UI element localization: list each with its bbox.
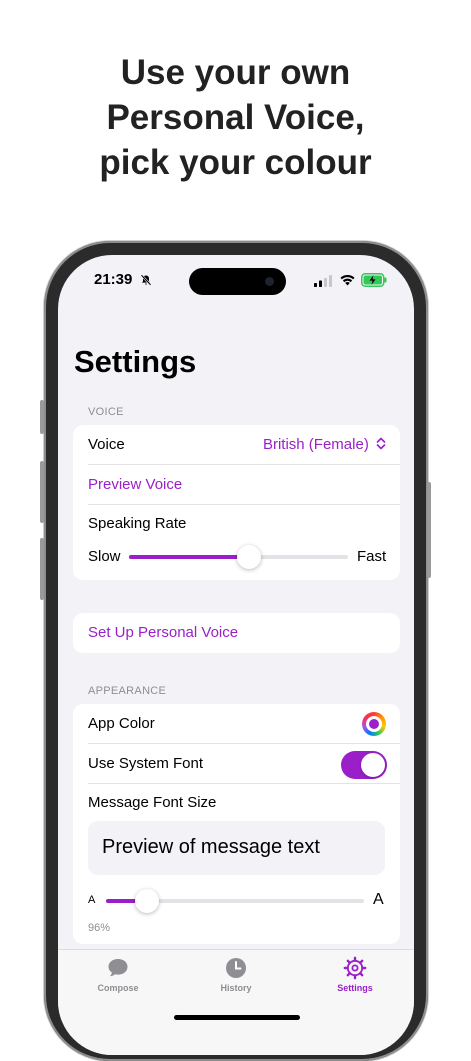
speaking-rate-thumb[interactable] <box>237 545 261 569</box>
set-up-personal-voice-label: Set Up Personal Voice <box>88 624 239 641</box>
section-header-voice: VOICE <box>88 406 124 418</box>
headline-line-2: Personal Voice, <box>106 98 365 137</box>
volume-down-button <box>40 538 44 600</box>
clock-icon <box>226 958 246 978</box>
voice-value[interactable]: British (Female) <box>263 436 386 453</box>
system-font-label: Use System Font <box>88 755 204 772</box>
message-preview-box: Preview of message text <box>88 821 385 875</box>
speaking-rate-label: Speaking Rate <box>88 515 187 532</box>
power-button <box>427 482 431 578</box>
cellular-signal-icon <box>314 275 332 287</box>
phone-screen: 21:39 Settings VOICE Voice British (Fema… <box>58 255 414 1055</box>
tab-settings[interactable]: Settings <box>305 956 405 993</box>
status-time: 21:39 <box>94 271 133 288</box>
preview-voice-button[interactable]: Preview Voice <box>88 465 400 505</box>
color-picker-well[interactable] <box>362 712 386 736</box>
speaking-rate-fill <box>129 555 249 559</box>
font-size-percent: 96% <box>88 922 111 934</box>
voice-value-text: British (Female) <box>262 436 369 453</box>
tab-compose[interactable]: Compose <box>68 956 168 993</box>
font-size-thumb[interactable] <box>135 889 159 913</box>
personal-voice-card: Set Up Personal Voice <box>73 613 400 653</box>
small-font-a: A <box>88 894 96 906</box>
chevron-up-down-icon <box>376 437 386 450</box>
appearance-settings-card: App Color Use System Font Message Font S… <box>73 704 400 944</box>
page-title: Settings <box>74 344 197 379</box>
gear-icon <box>343 956 367 980</box>
font-size-slider[interactable] <box>106 889 364 913</box>
voice-settings-card: Voice British (Female) Preview Voice Spe… <box>73 425 400 580</box>
volume-up-button <box>40 461 44 523</box>
large-font-a: A <box>373 891 384 908</box>
silent-bell-icon <box>140 274 152 286</box>
app-color-label: App Color <box>88 715 155 732</box>
message-bubble-icon <box>108 959 128 977</box>
preview-voice-label: Preview Voice <box>88 476 183 493</box>
slow-label: Slow <box>88 548 121 565</box>
home-indicator <box>174 1015 300 1020</box>
app-color-row[interactable]: App Color <box>88 704 400 744</box>
headline-line-3: pick your colour <box>99 143 372 182</box>
fast-label: Fast <box>357 548 387 565</box>
headline-line-1: Use your own <box>120 53 351 92</box>
font-size-label: Message Font Size <box>88 794 217 811</box>
voice-picker-row[interactable]: Voice British (Female) <box>88 425 400 465</box>
selected-color-swatch <box>369 719 379 729</box>
font-size-row: Message Font Size Preview of message tex… <box>88 783 400 944</box>
speaking-rate-row: Speaking Rate Slow Fast <box>88 504 400 580</box>
system-font-toggle[interactable] <box>341 751 387 779</box>
wifi-icon <box>340 274 355 286</box>
tab-settings-label: Settings <box>337 983 373 993</box>
toggle-knob <box>361 753 385 777</box>
tab-compose-label: Compose <box>97 983 139 993</box>
marketing-headline: Use your own Personal Voice, pick your c… <box>0 50 471 185</box>
speaking-rate-slider[interactable] <box>129 545 348 569</box>
action-button <box>40 400 44 434</box>
battery-charging-icon <box>361 273 387 287</box>
dynamic-island <box>189 268 286 295</box>
set-up-personal-voice-button[interactable]: Set Up Personal Voice <box>88 613 400 653</box>
system-font-row: Use System Font <box>88 744 400 784</box>
tab-history-label: History <box>220 983 252 993</box>
section-header-appearance: APPEARANCE <box>88 685 167 697</box>
tab-history[interactable]: History <box>186 956 286 993</box>
message-preview-text: Preview of message text <box>102 836 320 858</box>
voice-label: Voice <box>88 436 125 453</box>
tab-bar: Compose History Settings <box>58 949 414 1055</box>
